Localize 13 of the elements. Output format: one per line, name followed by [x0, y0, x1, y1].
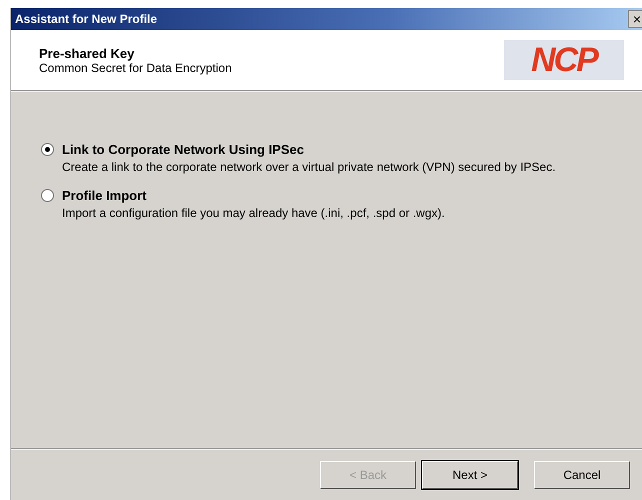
dialog-button[interactable]: Next > [422, 461, 518, 489]
page-subtitle: Common Secret for Data Encryption [39, 60, 232, 74]
option-label[interactable]: Profile Import [62, 188, 147, 203]
close-button[interactable]: × [628, 10, 642, 28]
radio-button[interactable] [41, 189, 54, 202]
page-title: Pre-shared Key [39, 46, 136, 60]
option-description: Create a link to the corporate network over a virtual private network (VPN) secured by IPSec. [62, 160, 557, 174]
dialog-button[interactable]: Cancel [534, 461, 630, 489]
option-description: Import a configuration file you may already have (.ini, .pcf, .spd or .wgx). [62, 206, 446, 220]
logo: NCP [504, 40, 624, 80]
option-label[interactable]: Link to Corporate Network Using IPSec [62, 142, 304, 157]
window-title: Assistant for New Profile [15, 12, 158, 26]
radio-button[interactable] [41, 143, 54, 156]
